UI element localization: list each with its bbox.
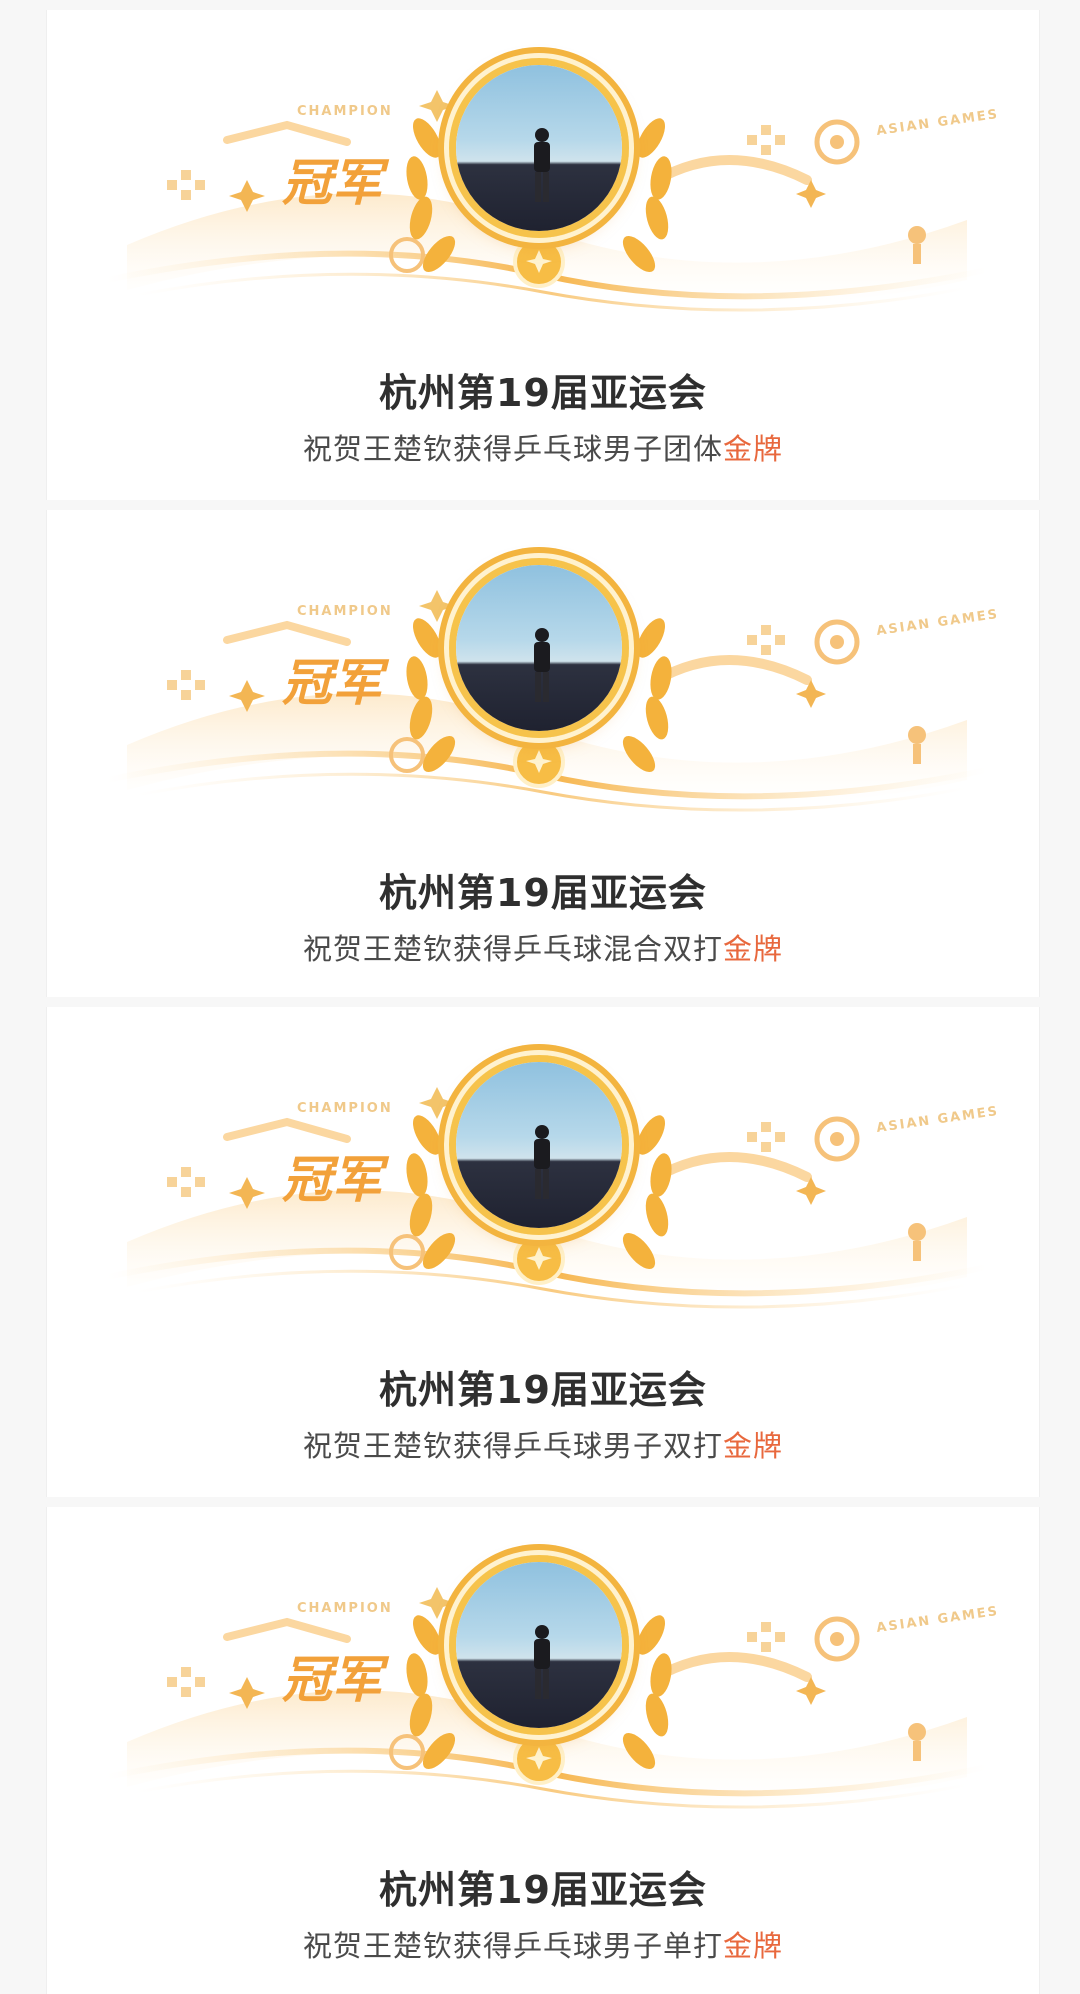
profile-photo [456,1062,622,1228]
congrats-text: 祝贺王楚钦获得乒乓球男子双打金牌 [47,1423,1039,1465]
congrats-text: 祝贺王楚钦获得乒乓球男子单打金牌 [47,1923,1039,1965]
congrats-prefix: 祝贺王楚钦获得乒乓球男子双打 [302,1429,723,1463]
medal-card[interactable]: CHAMPION ASIAN GAMES 冠军 杭州第19届亚运会 祝贺王楚钦获… [46,1007,1040,1497]
medal-card-list: CHAMPION ASIAN GAMES 冠军 杭州第19届亚运会 祝贺王楚钦获… [0,0,1080,1994]
asian-games-label: ASIAN GAMES [875,1104,1000,1136]
profile-photo-frame[interactable] [449,58,629,238]
champion-label: CHAMPION [297,1101,393,1116]
congrats-prefix: 祝贺王楚钦获得乒乓球混合双打 [302,932,723,966]
crown-text: 冠军 [282,654,390,712]
congrats-prefix: 祝贺王楚钦获得乒乓球男子单打 [302,1929,723,1963]
profile-photo [456,65,622,231]
congrats-prefix: 祝贺王楚钦获得乒乓球男子团体 [302,432,723,466]
champion-label: CHAMPION [297,604,393,619]
medal-card[interactable]: CHAMPION ASIAN GAMES 冠军 杭州第19届亚运会 祝贺王楚钦获… [46,510,1040,997]
profile-photo [456,1562,622,1728]
crown-text: 冠军 [282,154,390,212]
profile-photo-frame[interactable] [449,558,629,738]
champion-label: CHAMPION [297,104,393,119]
event-title: 杭州第19届亚运会 [379,371,707,415]
event-title: 杭州第19届亚运会 [379,1368,707,1412]
event-title: 杭州第19届亚运会 [379,871,707,915]
profile-photo-frame[interactable] [449,1055,629,1235]
congrats-text: 祝贺王楚钦获得乒乓球男子团体金牌 [47,426,1039,468]
medal-card[interactable]: CHAMPION ASIAN GAMES 冠军 杭州第19届亚运会 祝贺王楚钦获… [46,1507,1040,1994]
gold-medal-label: 金牌 [723,1929,784,1963]
profile-photo [456,565,622,731]
gold-medal-label: 金牌 [723,432,784,466]
gold-medal-label: 金牌 [723,1429,784,1463]
medal-card[interactable]: CHAMPION ASIAN GAMES 冠军 杭州第19届亚运会 祝贺王楚钦获… [46,10,1040,500]
event-title: 杭州第19届亚运会 [379,1868,707,1912]
crown-text: 冠军 [282,1151,390,1209]
congrats-text: 祝贺王楚钦获得乒乓球混合双打金牌 [47,926,1039,968]
gold-medal-label: 金牌 [723,932,784,966]
asian-games-label: ASIAN GAMES [875,1604,1000,1636]
asian-games-label: ASIAN GAMES [875,107,1000,139]
asian-games-label: ASIAN GAMES [875,607,1000,639]
profile-photo-frame[interactable] [449,1555,629,1735]
crown-text: 冠军 [282,1651,390,1709]
champion-label: CHAMPION [297,1601,393,1616]
